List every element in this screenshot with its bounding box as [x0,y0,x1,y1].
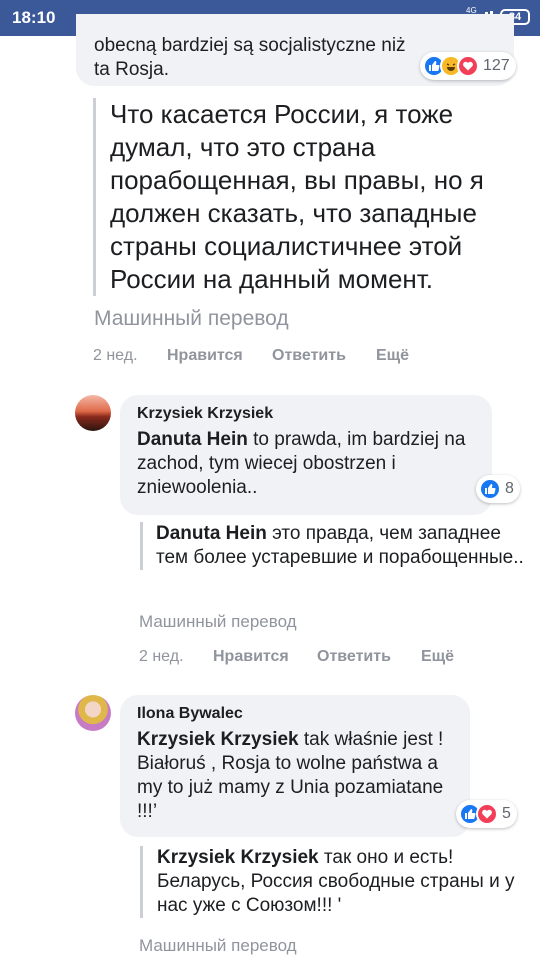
status-time: 18:10 [12,8,56,27]
more-button[interactable]: Ещё [376,347,409,365]
machine-translation-label[interactable]: Машинный перевод [94,307,289,331]
mention-link[interactable]: Krzysiek Krzysiek [137,729,299,750]
translated-comment: Danuta Hein это правда, чем западнее тем… [140,522,525,570]
love-reaction-icon [476,803,498,825]
reaction-summary[interactable]: 8 [476,475,520,503]
avatar[interactable] [75,395,111,431]
reply-button[interactable]: Ответить [317,648,391,666]
more-button[interactable]: Ещё [421,648,454,666]
reaction-count: 127 [483,57,510,74]
machine-translation-label[interactable]: Машинный перевод [139,936,297,956]
translated-text: Что касается России, я тоже думал, что э… [110,99,484,294]
comment-timestamp: 2 нед. [139,648,184,665]
translated-comment: Что касается России, я тоже думал, что э… [93,98,523,296]
avatar[interactable] [75,695,111,731]
comment-actions: 2 нед. Нравится Ответить Ещё [139,648,519,670]
mention-link[interactable]: Krzysiek Krzysiek [157,847,319,868]
comment-text: Danuta Hein to prawda, im bardziej na za… [137,428,477,500]
love-reaction-icon [457,55,479,77]
reaction-summary[interactable]: 127 [420,52,516,80]
reaction-count: 5 [502,805,511,822]
comment-author[interactable]: Ilona Bywalec [137,705,243,723]
like-button[interactable]: Нравится [167,347,243,365]
like-button[interactable]: Нравится [213,648,289,666]
comment-text: Krzysiek Krzysiek tak właśnie jest ! Bia… [137,728,457,824]
reply-button[interactable]: Ответить [272,347,346,365]
comment-bubble: Krzysiek Krzysiek Danuta Hein to prawda,… [120,395,492,515]
mention-link[interactable]: Danuta Hein [156,523,267,544]
comment-text: obecną bardziej są socjalistyczne niż ta… [94,35,406,80]
mention-link[interactable]: Danuta Hein [137,429,248,450]
reaction-count: 8 [505,480,514,497]
comment-actions: 2 нед. Нравится Ответить Ещё [93,347,513,369]
comment-timestamp: 2 нед. [93,347,138,364]
machine-translation-label[interactable]: Машинный перевод [139,612,297,632]
comment-bubble: Ilona Bywalec Krzysiek Krzysiek tak właś… [120,695,470,837]
translated-comment: Krzysiek Krzysiek так оно и есть! Белару… [140,846,530,918]
like-reaction-icon [479,478,501,500]
comment-author[interactable]: Krzysiek Krzysiek [137,405,273,423]
reaction-summary[interactable]: 5 [456,800,517,828]
